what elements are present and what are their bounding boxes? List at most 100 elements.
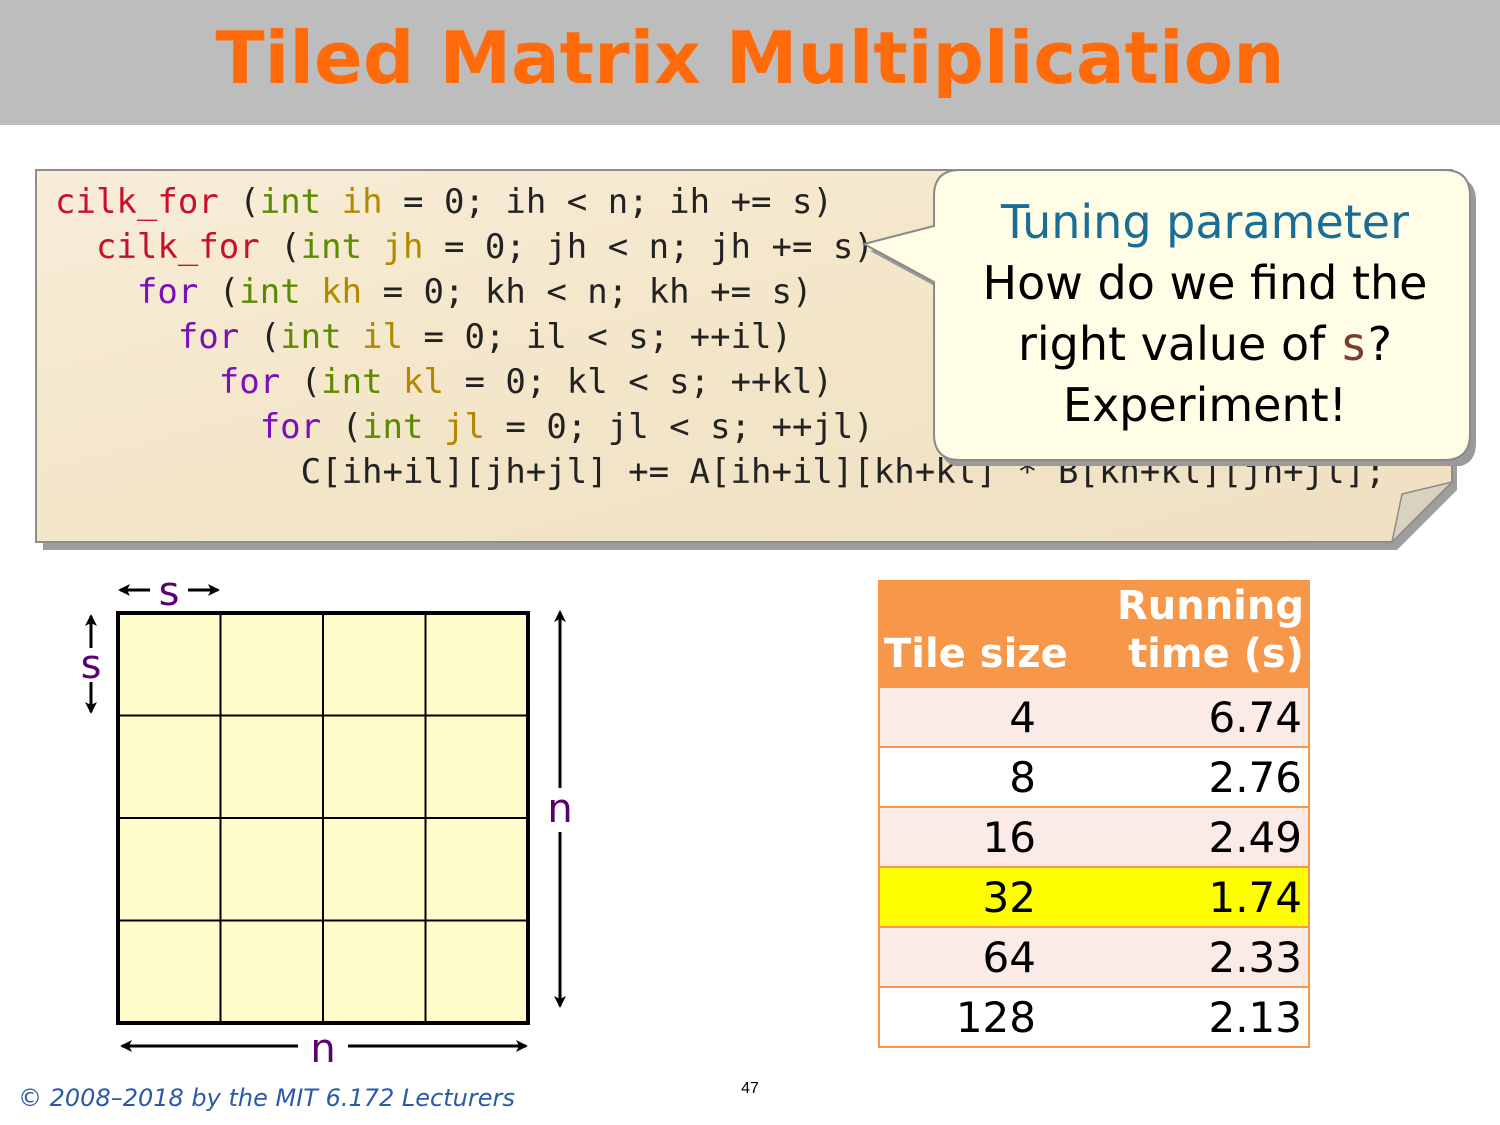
callout-line-2-post: ?	[1367, 317, 1393, 371]
code-token: for	[55, 317, 240, 357]
running-time-cell: 1.74	[1076, 866, 1309, 927]
code-line: cilk_for (int jh = 0; jh < n; jh += s)	[55, 227, 874, 267]
tile-size-cell: 64	[879, 926, 1076, 987]
code-token: kl	[403, 362, 444, 402]
code-token: = 0; kl < s; ++kl)	[443, 362, 833, 402]
tile-cell	[117, 714, 222, 819]
tile-cell	[322, 714, 427, 819]
code-line: cilk_for (int ih = 0; ih < n; ih += s)	[55, 182, 833, 222]
code-token: for	[55, 272, 199, 312]
running-time-cell: 2.13	[1076, 986, 1309, 1047]
code-token: int	[300, 227, 363, 267]
code-token: (	[198, 272, 240, 312]
tile-cell	[424, 919, 529, 1024]
code-token: = 0; kh < n; kh += s)	[362, 272, 813, 312]
code-line: for (int kl = 0; kl < s; ++kl)	[55, 362, 833, 402]
table-row: 4 6.74	[879, 686, 1309, 747]
table-row: 64 2.33	[879, 926, 1309, 987]
header-running-time: Running time (s)	[1076, 581, 1309, 687]
code-line: for (int il = 0; il < s; ++il)	[55, 317, 792, 357]
tile-grid	[116, 611, 530, 1025]
running-time-table: Tile size Running time (s) 4 6.74 8 2.76 16 2.…	[878, 580, 1310, 1048]
tile-cell	[219, 612, 324, 717]
matrix-height-label: n	[547, 786, 570, 832]
code-token: int	[239, 272, 301, 312]
tile-cell	[322, 817, 427, 922]
matrix-width-label: n	[310, 1026, 335, 1072]
code-token: for	[55, 362, 281, 402]
code-token: (	[259, 227, 301, 267]
code-token: = 0; jh < n; jh += s)	[423, 227, 874, 267]
code-token: int	[259, 182, 322, 222]
running-time-cell: 6.74	[1076, 686, 1309, 747]
tile-cell	[322, 612, 427, 717]
code-line: for (int kh = 0; kh < n; kh += s)	[55, 272, 813, 312]
tile-cell	[424, 612, 529, 717]
code-token: = 0; ih < n; ih += s)	[382, 182, 833, 222]
callout-var-s: s	[1339, 317, 1368, 371]
tile-width-label: s	[159, 570, 180, 615]
title-bar: Tiled Matrix Multiplication	[0, 0, 1500, 125]
running-time-cell: 2.49	[1076, 806, 1309, 867]
callout-text: Tuning parameter How do we find the righ…	[940, 192, 1470, 436]
running-time-cell: 2.33	[1076, 926, 1309, 987]
code-token: cilk_for	[55, 227, 260, 267]
code-token: ih	[341, 182, 383, 222]
tile-cell	[219, 919, 324, 1024]
table-header-row: Tile size Running time (s)	[879, 581, 1309, 687]
tile-size-cell: 32	[879, 866, 1076, 927]
slide-title: Tiled Matrix Multiplication	[215, 16, 1285, 100]
table-row: 8 2.76	[879, 746, 1309, 807]
table-row-best: 32 1.74	[879, 866, 1309, 927]
callout-line-2: right value of s?	[940, 314, 1470, 375]
code-token: kh	[321, 272, 363, 312]
code-token: il	[362, 317, 404, 357]
tile-size-cell: 16	[879, 806, 1076, 867]
code-line: for (int jl = 0; jl < s; ++jl)	[55, 407, 874, 447]
tile-size-cell: 8	[879, 746, 1076, 807]
tile-cell	[219, 817, 324, 922]
callout-line-2-pre: right value of	[1017, 317, 1340, 371]
code-token: jl	[443, 407, 485, 447]
code-token: = 0; jl < s; ++jl)	[484, 407, 874, 447]
tile-cell	[424, 817, 529, 922]
code-token: (	[280, 362, 322, 402]
code-token: int	[280, 317, 342, 357]
tile-size-cell: 128	[879, 986, 1076, 1047]
code-token: cilk_for	[55, 182, 219, 222]
callout-line-3: Experiment!	[1062, 378, 1348, 432]
table-row: 16 2.49	[879, 806, 1309, 867]
callout-heading: Tuning parameter	[1000, 195, 1410, 249]
tile-height-label: s	[81, 642, 102, 688]
tile-cell	[322, 919, 427, 1024]
code-token: int	[321, 362, 383, 402]
running-time-cell: 2.76	[1076, 746, 1309, 807]
code-token: for	[55, 407, 322, 447]
code-token: (	[321, 407, 363, 447]
code-token: = 0; il < s; ++il)	[403, 317, 792, 357]
tile-size-cell: 4	[879, 686, 1076, 747]
tile-cell	[219, 714, 324, 819]
code-token: jh	[382, 227, 424, 267]
table-row: 128 2.13	[879, 986, 1309, 1047]
header-tile-size: Tile size	[879, 581, 1076, 687]
code-token: (	[239, 317, 281, 357]
tile-cell	[117, 817, 222, 922]
page-number: 47	[741, 1080, 759, 1097]
tile-cell	[424, 714, 529, 819]
tiled-matrix-diagram: s s n n	[81, 570, 570, 1072]
code-token: int	[362, 407, 424, 447]
tile-cell	[117, 612, 222, 717]
header-running-time-line-1: Running	[1116, 583, 1304, 629]
header-running-time-line-2: time (s)	[1128, 631, 1304, 677]
callout-line-1: How do we find the	[982, 256, 1428, 310]
tile-cell	[117, 919, 222, 1024]
code-token: (	[218, 182, 260, 222]
copyright-notice: © 2008–2018 by the MIT 6.172 Lecturers	[18, 1084, 515, 1112]
